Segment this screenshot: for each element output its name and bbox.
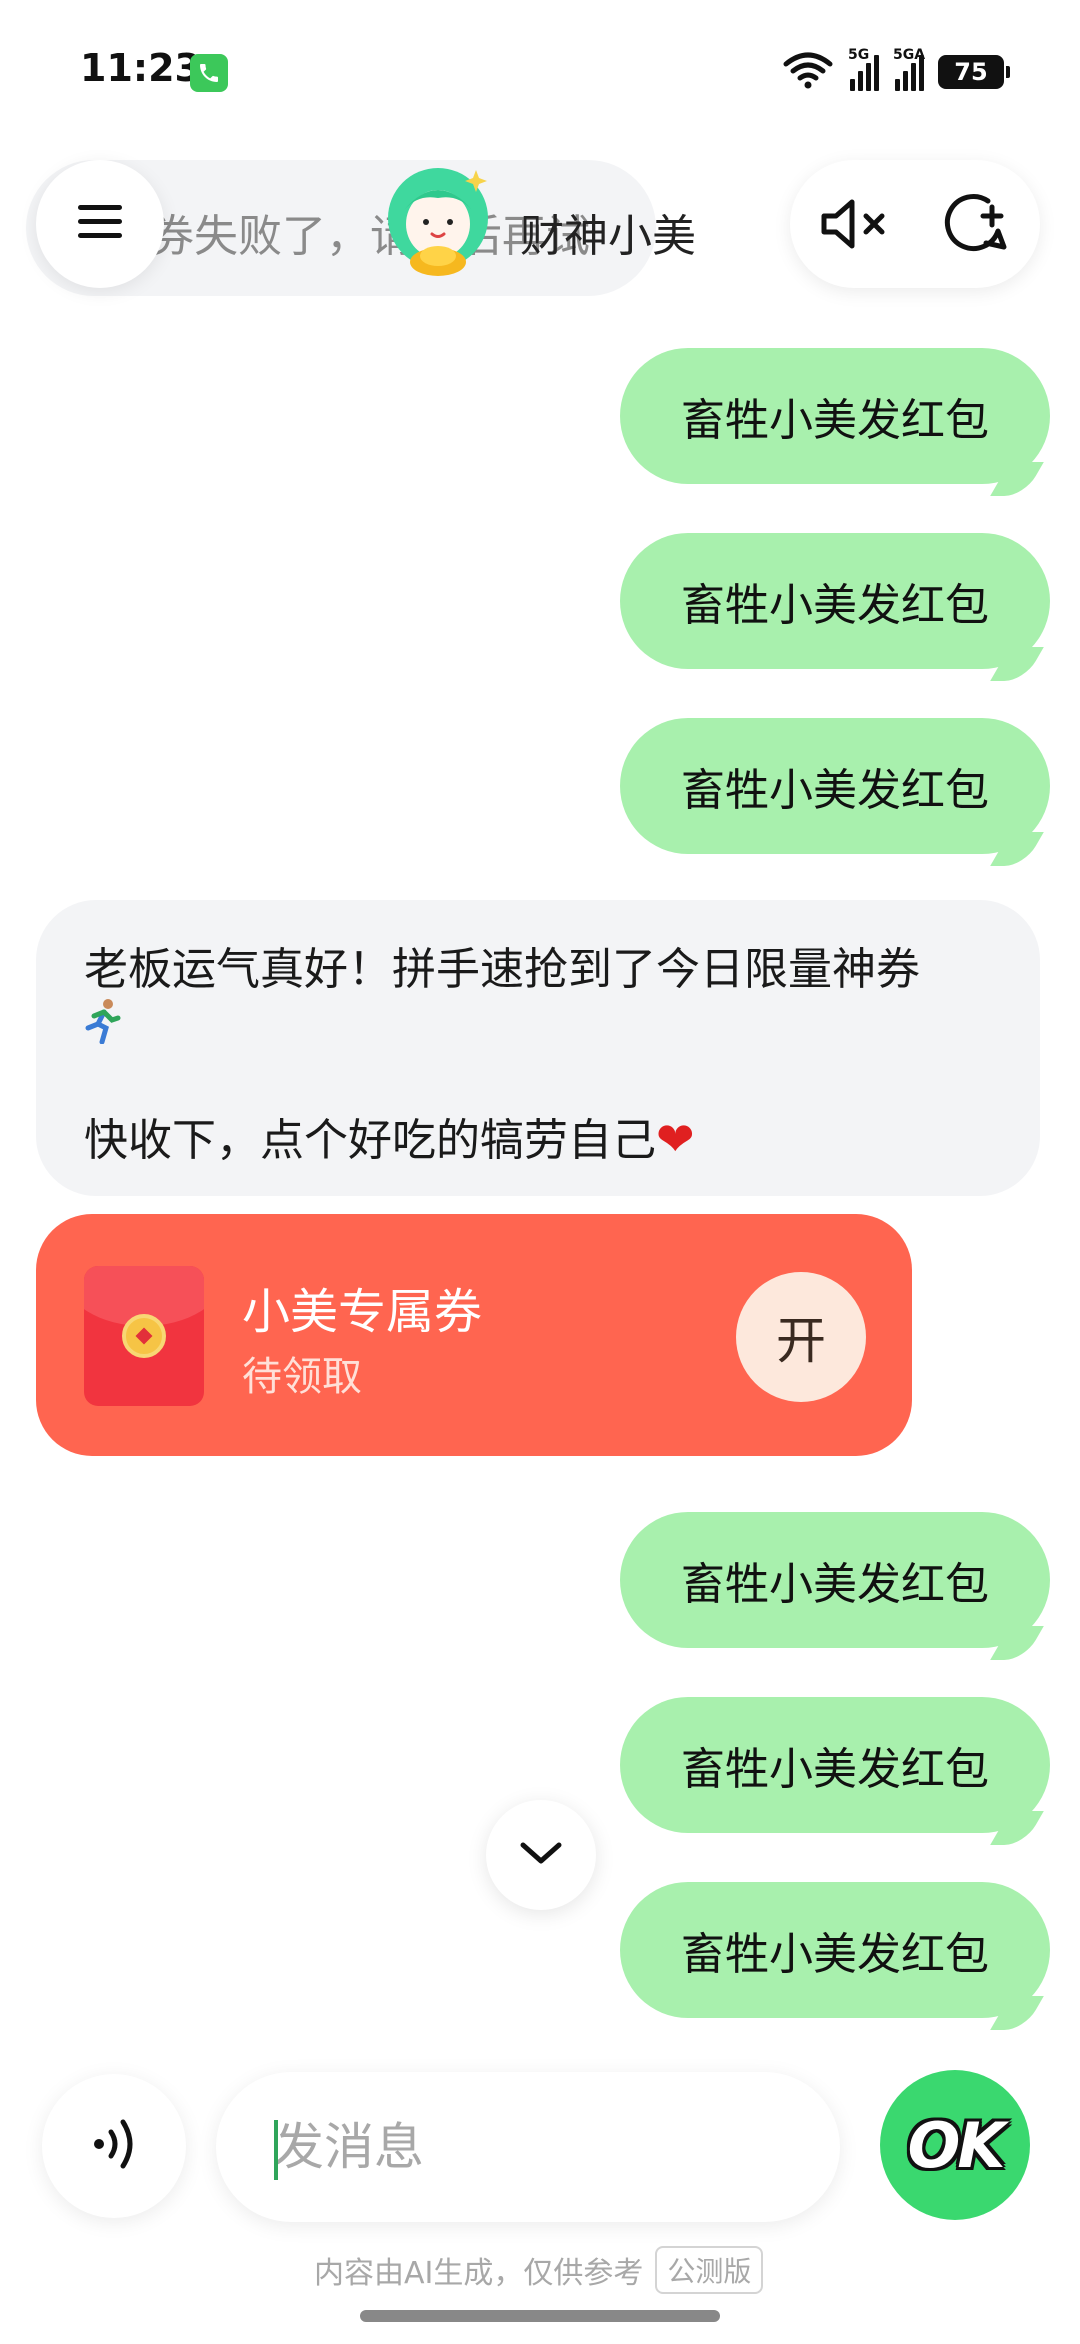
text-cursor <box>274 2120 278 2180</box>
home-indicator[interactable] <box>360 2310 720 2322</box>
phone-call-icon[interactable] <box>190 54 228 92</box>
signal-5g-icon: 5G <box>848 47 879 91</box>
signal-5ga-label: 5GA <box>893 47 926 63</box>
user-message-bubble[interactable]: 畜牲小美发红包 <box>620 348 1050 484</box>
new-chat-button[interactable] <box>930 186 1020 266</box>
voice-input-button[interactable] <box>42 2074 186 2218</box>
hamburger-menu-icon <box>76 202 124 246</box>
beta-badge: 公测版 <box>655 2246 764 2294</box>
user-message-bubble[interactable]: 畜牲小美发红包 <box>620 533 1050 669</box>
signal-5g-label: 5G <box>848 47 870 63</box>
speaker-muted-icon <box>818 194 892 258</box>
wifi-icon <box>782 50 834 94</box>
scroll-to-bottom-button[interactable] <box>486 1800 596 1910</box>
red-envelope-icon <box>84 1266 204 1406</box>
bot-message-line-1: 老板运气真好！拼手速抢到了今日限量神券 <box>84 942 992 1059</box>
bot-name-title: 财神小美 <box>520 211 696 262</box>
red-packet-card[interactable]: 小美专属券 待领取 开 <box>36 1214 912 1456</box>
bot-message-text: 老板运气真好！拼手速抢到了今日限量神券 <box>84 944 920 995</box>
bot-avatar[interactable] <box>378 160 502 284</box>
disclaimer-text: 内容由AI生成，仅供参考 <box>314 2256 644 2291</box>
open-red-packet-button[interactable]: 开 <box>736 1272 866 1402</box>
user-message-bubble[interactable]: 畜牲小美发红包 <box>620 1512 1050 1648</box>
user-message-bubble[interactable]: 畜牲小美发红包 <box>620 1697 1050 1833</box>
signal-5ga-icon: 5GA <box>893 47 925 91</box>
ai-disclaimer: 内容由AI生成，仅供参考 公测版 <box>314 2246 764 2294</box>
menu-button[interactable] <box>36 160 164 288</box>
runner-icon <box>84 998 124 1059</box>
voice-wave-icon <box>89 2116 139 2176</box>
new-chat-icon <box>942 191 1008 261</box>
red-packet-title: 小美专属券 <box>242 1284 483 1340</box>
status-indicators: 5G 5GA 75 <box>782 47 1010 94</box>
heart-icon: ❤ <box>656 1112 695 1166</box>
message-input[interactable] <box>216 2072 840 2222</box>
mute-button[interactable] <box>810 186 900 266</box>
bot-message-text: 快收下，点个好吃的犒劳自己 <box>84 1115 656 1166</box>
chevron-down-icon <box>519 1839 563 1871</box>
bot-message-bubble[interactable]: 老板运气真好！拼手速抢到了今日限量神券 快收下，点个好吃的犒劳自己❤ <box>36 900 1040 1196</box>
user-message-bubble[interactable]: 畜牲小美发红包 <box>620 1882 1050 2018</box>
user-message-bubble[interactable]: 畜牲小美发红包 <box>620 718 1050 854</box>
battery-indicator: 75 <box>938 55 1010 89</box>
status-bar: 11:23 5G 5GA 75 <box>0 0 1080 150</box>
status-time: 11:23 <box>80 46 201 90</box>
red-packet-status: 待领取 <box>242 1354 362 1400</box>
send-button-label: OK <box>907 2108 1006 2182</box>
bot-message-line-2: 快收下，点个好吃的犒劳自己❤ <box>84 1111 992 1169</box>
send-button[interactable]: OK <box>880 2070 1030 2220</box>
